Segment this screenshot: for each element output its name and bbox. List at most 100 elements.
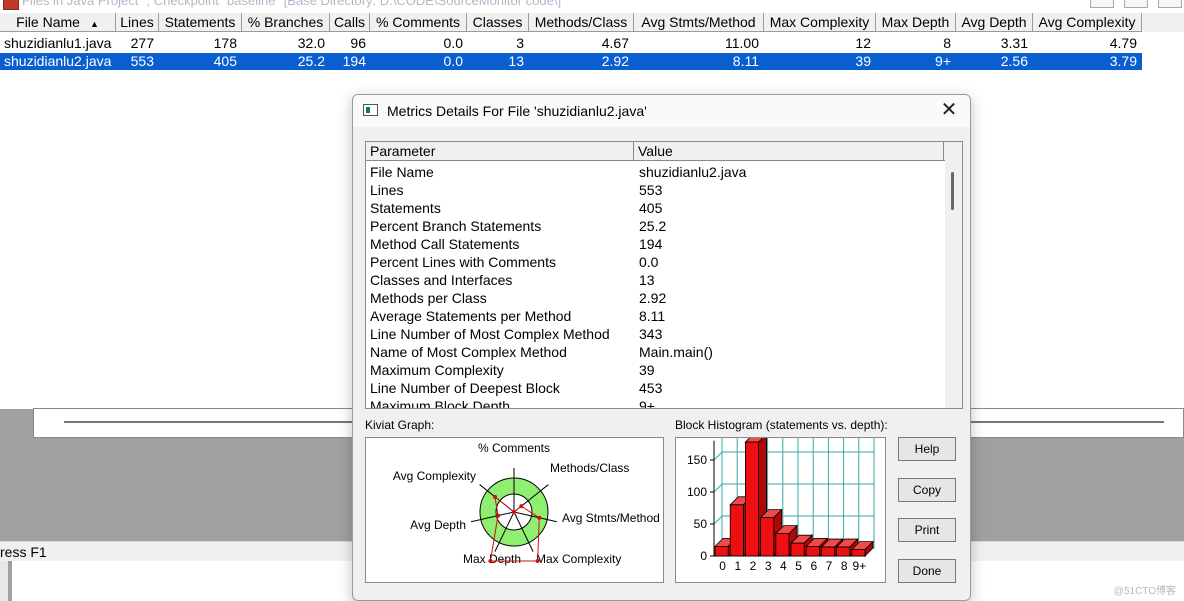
- cell-lines: 277: [130, 35, 154, 51]
- histogram-x-tick-label: 4: [780, 559, 787, 573]
- histogram-y-tick-label: 0: [700, 549, 707, 563]
- histogram-bar: [851, 549, 866, 557]
- column-header-lines[interactable]: Lines: [116, 13, 159, 32]
- column-header-statements[interactable]: Statements: [159, 13, 242, 32]
- column-header-avg-complexity[interactable]: Avg Complexity: [1033, 13, 1142, 32]
- cell-file-name: shuzidianlu1.java: [4, 35, 112, 51]
- histogram-x-tick-label: 1: [734, 559, 741, 573]
- cell-max-complexity: 12: [855, 35, 871, 51]
- status-text: ress F1: [0, 544, 47, 560]
- cell-avg-complexity: 4.79: [1109, 35, 1137, 51]
- cell-max-depth: 8: [943, 35, 951, 51]
- list-header-parameter[interactable]: Parameter: [366, 142, 634, 161]
- histogram-label: Block Histogram (statements vs. depth):: [675, 418, 888, 432]
- histogram-bar: [805, 546, 820, 557]
- histogram-x-tick-label: 5: [795, 559, 802, 573]
- histogram-bar: [714, 546, 729, 557]
- close-icon[interactable]: ✕: [938, 98, 960, 122]
- print-button[interactable]: Print: [898, 518, 956, 542]
- histogram-grid-line: [713, 515, 723, 525]
- histogram-x-tick-label: 9+: [853, 559, 867, 573]
- window-icon: [363, 104, 378, 116]
- cell-branches: 25.2: [297, 53, 325, 69]
- column-header-avg-stmts[interactable]: Avg Stmts/Method: [634, 13, 764, 32]
- column-header-classes[interactable]: Classes: [467, 13, 529, 32]
- histogram-x-tick-label: 0: [719, 559, 726, 573]
- histogram-bar: [729, 504, 744, 557]
- block-histogram-svg: 0501001500 1 2 3 4 5 6 7 8 9+: [687, 432, 875, 573]
- histogram-x-tick-label: 2: [750, 559, 757, 573]
- histogram-x-tick-label: 6: [810, 559, 817, 573]
- cell-comments: 0.0: [443, 35, 463, 51]
- column-header-file-name[interactable]: File Name ▲: [0, 13, 116, 32]
- histogram-grid-line: [713, 483, 723, 493]
- vertical-scrollbar[interactable]: [945, 142, 962, 408]
- watermark: @51CTO博客: [1113, 586, 1176, 597]
- cell-methods-class: 4.67: [601, 35, 629, 51]
- histogram-y-tick-label: 50: [694, 517, 708, 531]
- window-title: Files in Java Project ", Checkpoint "bas…: [22, 0, 562, 8]
- bottom-panel-edge: [0, 561, 8, 601]
- histogram-x-tick-label: 3: [765, 559, 772, 573]
- kiviat-axis-label: Methods/Class: [550, 461, 629, 475]
- cell-avg-depth: 3.31: [1000, 35, 1028, 51]
- column-header-max-depth[interactable]: Max Depth: [876, 13, 956, 32]
- copy-button[interactable]: Copy: [898, 478, 956, 502]
- done-button[interactable]: Done: [898, 559, 956, 583]
- dialog-title: Metrics Details For File 'shuzidianlu2.j…: [387, 103, 647, 119]
- cell-file-name: shuzidianlu2.java: [4, 53, 112, 69]
- maximize-button[interactable]: [1124, 0, 1148, 8]
- kiviat-axis-label: % Comments: [478, 441, 550, 455]
- minimize-button[interactable]: [1090, 0, 1114, 8]
- window-title-bar: Files in Java Project ", Checkpoint "bas…: [0, 0, 1184, 13]
- cell-avg-complexity: 3.79: [1109, 53, 1137, 69]
- kiviat-graph-svg: % CommentsMethods/Class Avg Stmts/Method M…: [393, 441, 660, 566]
- cell-comments: 0.0: [443, 53, 463, 69]
- histogram-x-tick-label: 8: [841, 559, 848, 573]
- sort-ascending-icon: ▲: [89, 19, 99, 29]
- cell-statements: 178: [213, 35, 237, 51]
- cell-avg-depth: 2.56: [1000, 53, 1028, 69]
- column-header-calls[interactable]: Calls: [330, 13, 370, 32]
- scrollbar-thumb[interactable]: [951, 172, 954, 210]
- help-button[interactable]: Help: [898, 437, 956, 461]
- histogram-bar: [790, 542, 805, 557]
- cell-max-complexity: 39: [855, 53, 871, 69]
- dialog-title-bar: Metrics Details For File 'shuzidianlu2.j…: [353, 95, 970, 127]
- column-header-avg-depth[interactable]: Avg Depth: [956, 13, 1033, 32]
- cell-max-depth: 9+: [935, 53, 951, 69]
- cell-lines: 553: [130, 53, 154, 69]
- histogram-bar: [745, 441, 760, 557]
- column-header-methods-class[interactable]: Methods/Class: [529, 13, 634, 32]
- histogram-y-tick-label: 100: [687, 485, 707, 499]
- metrics-detail-list[interactable]: Parameter Value File Name shuzidianlu2.ja…: [365, 141, 963, 409]
- block-histogram: 0 50 100 150 0 1 2 3 4 5 6 7 8 9+: [675, 432, 886, 583]
- histogram-bar: [760, 517, 775, 557]
- kiviat-axis-label: Avg Complexity: [393, 469, 476, 483]
- histogram-bar: [820, 546, 835, 557]
- cell-classes: 3: [516, 35, 524, 51]
- close-window-button[interactable]: [1158, 0, 1182, 8]
- table-header: File Name ▲ Lines Statements % Branches C…: [0, 13, 1184, 32]
- column-header-branches[interactable]: % Branches: [242, 13, 330, 32]
- cell-calls: 96: [350, 35, 366, 51]
- column-header-comments[interactable]: % Comments: [370, 13, 467, 32]
- kiviat-graph: % Comments Methods/Class Avg Stmts/Method M…: [365, 437, 664, 583]
- app-icon: [3, 0, 19, 10]
- cell-branches: 32.0: [297, 35, 325, 51]
- kiviat-label: Kiviat Graph:: [365, 418, 435, 432]
- column-header-label: File Name: [16, 14, 80, 30]
- cell-classes: 13: [508, 53, 524, 69]
- table-row-selected[interactable]: shuzidianlu2.java 553 405 25.2 194 0.0 1…: [0, 53, 1142, 70]
- histogram-grid-line: [713, 451, 723, 461]
- list-header: Parameter Value: [366, 142, 945, 161]
- kiviat-axis-label: Avg Depth: [410, 518, 466, 532]
- cell-avg-stmts: 8.11: [732, 53, 759, 69]
- cell-methods-class: 2.92: [601, 53, 629, 69]
- cell-statements: 405: [213, 53, 237, 69]
- list-header-value[interactable]: Value: [634, 142, 944, 161]
- table-row[interactable]: shuzidianlu1.java 277 178 32.0 96 0.0 3 …: [0, 35, 1142, 52]
- histogram-y-tick-label: 150: [687, 453, 707, 467]
- column-header-max-complexity[interactable]: Max Complexity: [764, 13, 876, 32]
- kiviat-axis-label: Avg Stmts/Method: [562, 511, 660, 525]
